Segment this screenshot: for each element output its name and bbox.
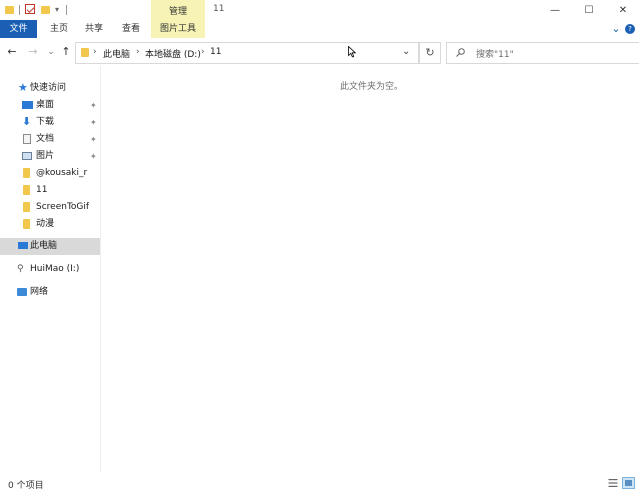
desktop-icon [22,101,33,109]
manage-label: 管理 [168,7,187,17]
chevron-right-icon[interactable]: › [93,47,97,57]
divider [66,5,67,15]
folder-icon [23,219,30,229]
folder-icon [23,168,30,178]
network-icon [17,288,27,296]
close-button[interactable]: ✕ [607,0,639,20]
large-icons-view-icon[interactable] [622,477,635,489]
pin-icon: ✦ [90,101,97,110]
forward-button[interactable]: → [27,45,39,59]
sidebar-item-this-pc[interactable]: 此电脑 [0,238,100,255]
sidebar-item-label: 快速访问 [30,83,67,93]
back-button[interactable]: ← [6,45,18,59]
folder-icon [23,185,30,195]
tab-share[interactable]: 共享 [79,20,109,38]
sidebar-item-pictures[interactable]: 图片 ✦ [0,148,100,165]
tab-home[interactable]: 主页 [44,20,74,38]
chevron-right-icon[interactable]: › [136,47,140,57]
chevron-right-icon[interactable]: › [201,47,205,57]
item-count: 0 个项目 [8,481,44,491]
sidebar-item-label: 文档 [36,134,55,144]
file-list-area[interactable] [101,66,639,472]
divider [19,5,20,15]
address-dropdown-icon[interactable]: ⌄ [402,46,410,57]
sidebar-item-folder[interactable]: ScreenToGif [0,199,100,216]
recent-locations-button[interactable]: ⌄ [45,45,57,59]
window-title: 11 [213,4,225,14]
folder-icon [5,6,14,14]
sidebar-item-documents[interactable]: 文档 ✦ [0,131,100,148]
address-bar[interactable]: › 此电脑 › 本地磁盘 (D:) › 11 ⌄ [75,42,419,64]
status-bar: 0 个项目 [0,476,639,491]
sidebar-item-quick-access[interactable]: ★ 快速访问 [0,80,100,97]
sidebar-item-desktop[interactable]: 桌面 ✦ [0,97,100,114]
computer-icon [18,242,28,249]
minimize-button[interactable]: — [539,0,571,20]
sidebar-item-label: 图片 [36,151,55,161]
maximize-button[interactable]: ☐ [573,0,605,20]
sidebar-item-label: @kousaki_r [36,168,88,178]
empty-folder-message: 此文件夹为空。 [340,82,404,92]
pin-icon: ✦ [90,118,97,127]
navigation-pane: ★ 快速访问 桌面 ✦ ⬇ 下载 ✦ 文档 ✦ 图片 ✦ @kousaki_r … [0,66,101,472]
folder-icon [81,48,89,57]
tab-view[interactable]: 查看 [116,20,146,38]
sidebar-item-label: 下载 [36,117,55,127]
search-box[interactable]: 搜索"11" [446,42,639,64]
breadcrumb-drive-d[interactable]: 本地磁盘 (D:) [145,47,201,60]
search-placeholder: 搜索"11" [476,50,514,60]
document-icon [23,134,31,144]
sidebar-item-label: 11 [36,185,48,195]
help-icon[interactable]: ? [625,24,635,34]
sidebar-item-label: 此电脑 [30,241,58,251]
tab-picture-tools[interactable]: 图片工具 [151,20,205,39]
up-button[interactable]: ↑ [60,45,72,59]
sidebar-item-folder[interactable]: 动漫 [0,216,100,233]
sidebar-item-label: 动漫 [36,219,55,229]
folder-icon [23,202,30,212]
sidebar-item-label: 网络 [30,287,49,297]
sidebar-item-label: 桌面 [36,100,55,110]
expand-ribbon-icon[interactable]: ⌄ [610,20,622,38]
tab-file[interactable]: 文件 [0,20,37,38]
customize-quick-access-icon[interactable]: ▾ [55,5,59,16]
refresh-button[interactable]: ↻ [419,42,441,64]
breadcrumb-this-pc[interactable]: 此电脑 [103,47,130,60]
sidebar-item-label: ScreenToGif [36,202,90,212]
sidebar-item-label: HuiMao (I:) [30,264,80,274]
picture-icon [22,152,32,160]
mouse-cursor-icon [348,45,357,58]
sidebar-item-folder[interactable]: 11 [0,182,100,199]
pin-icon: ✦ [90,135,97,144]
star-icon: ★ [18,81,28,94]
details-view-icon[interactable] [608,478,618,488]
sidebar-item-network[interactable]: 网络 [0,284,100,301]
search-icon [456,48,465,57]
pin-icon: ✦ [90,152,97,161]
new-folder-icon[interactable] [41,6,50,14]
sidebar-item-folder[interactable]: @kousaki_r [0,165,100,182]
sidebar-item-drive[interactable]: ⚲ HuiMao (I:) [0,261,100,278]
download-icon: ⬇ [22,115,32,128]
ribbon-tabs: 文件 主页 共享 查看 图片工具 ⌄ ? [0,20,639,39]
properties-icon[interactable] [25,4,35,14]
breadcrumb-current-folder[interactable]: 11 [210,47,221,57]
sidebar-item-downloads[interactable]: ⬇ 下载 ✦ [0,114,100,131]
title-bar: ▾ 11 — ☐ ✕ [0,0,639,20]
usb-drive-icon: ⚲ [17,264,24,274]
